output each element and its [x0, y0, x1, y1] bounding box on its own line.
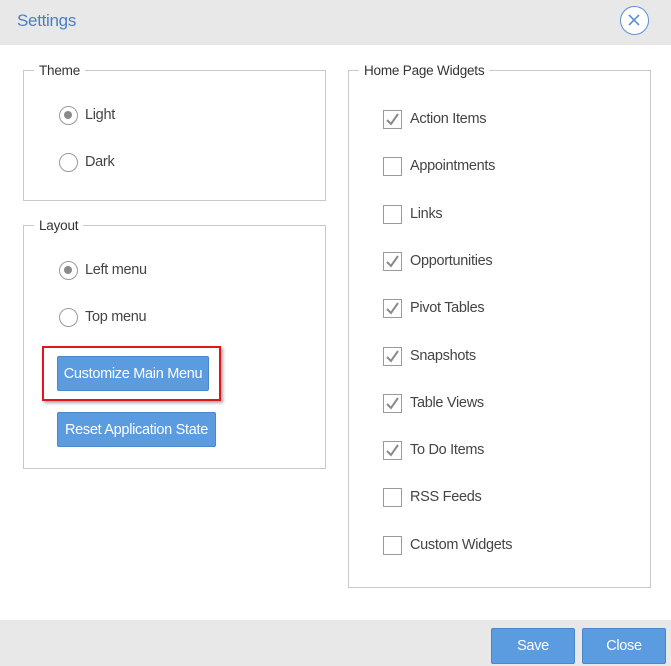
close-x-glyph	[628, 14, 640, 26]
widget-item[interactable]: Appointments	[383, 155, 495, 177]
checkmark-icon	[386, 112, 399, 126]
dialog-footer: Save Close	[0, 620, 671, 666]
widget-label: Snapshots	[410, 348, 476, 364]
widget-label: Links	[410, 206, 443, 222]
checkmark-icon	[386, 443, 399, 457]
checkmark-icon	[386, 301, 399, 315]
layout-option-top-menu[interactable]: Top menu	[59, 306, 147, 328]
checkbox[interactable]	[383, 204, 402, 224]
radio-light[interactable]	[59, 105, 78, 125]
theme-legend: Theme	[39, 63, 81, 78]
theme-option-dark[interactable]: Dark	[59, 151, 115, 173]
checkbox[interactable]	[383, 298, 402, 318]
widget-label: Pivot Tables	[410, 300, 485, 316]
widget-label: Action Items	[410, 111, 487, 127]
checkbox[interactable]	[383, 487, 402, 507]
widget-label: Appointments	[410, 158, 496, 174]
checkbox[interactable]	[383, 535, 402, 555]
widget-item[interactable]: Opportunities	[383, 250, 493, 272]
checkmark-icon	[386, 254, 399, 268]
reset-application-state-button[interactable]: Reset Application State	[57, 412, 216, 447]
widget-label: Table Views	[410, 395, 484, 411]
radio-top-menu[interactable]	[59, 307, 78, 327]
widgets-legend: Home Page Widgets	[364, 63, 485, 78]
widget-item[interactable]: Pivot Tables	[383, 297, 485, 319]
dialog-titlebar: Settings	[0, 0, 671, 45]
theme-option-label: Dark	[85, 154, 115, 170]
checkbox[interactable]	[383, 393, 402, 413]
widget-item[interactable]: Table Views	[383, 392, 484, 414]
theme-group: Theme	[23, 63, 326, 201]
widget-label: Opportunities	[410, 253, 493, 269]
checkbox[interactable]	[383, 440, 402, 460]
checkmark-icon	[386, 396, 399, 410]
widget-label: To Do Items	[410, 442, 485, 458]
widget-item[interactable]: RSS Feeds	[383, 486, 482, 508]
widget-item[interactable]: Snapshots	[383, 345, 476, 367]
radio-dark[interactable]	[59, 152, 78, 172]
widget-label: RSS Feeds	[410, 489, 482, 505]
theme-option-light[interactable]: Light	[59, 104, 115, 126]
layout-option-left-menu[interactable]: Left menu	[59, 259, 147, 281]
layout-legend: Layout	[39, 218, 79, 233]
widget-item[interactable]: Custom Widgets	[383, 534, 512, 556]
layout-option-label: Left menu	[85, 262, 147, 278]
theme-option-label: Light	[85, 107, 115, 123]
home-page-widgets-group: Home Page Widgets	[348, 63, 651, 588]
radio-left-menu[interactable]	[59, 260, 78, 280]
checkbox[interactable]	[383, 251, 402, 271]
checkbox[interactable]	[383, 156, 402, 176]
widget-label: Custom Widgets	[410, 537, 513, 553]
checkbox[interactable]	[383, 346, 402, 366]
layout-option-label: Top menu	[85, 309, 147, 325]
close-icon[interactable]	[620, 6, 649, 35]
save-button[interactable]: Save	[491, 628, 575, 664]
widget-item[interactable]: Links	[383, 203, 443, 225]
checkbox[interactable]	[383, 109, 402, 129]
dialog-title: Settings	[17, 11, 77, 30]
widget-item[interactable]: To Do Items	[383, 439, 484, 461]
checkmark-icon	[386, 349, 399, 363]
close-button[interactable]: Close	[582, 628, 666, 664]
widget-item[interactable]: Action Items	[383, 108, 486, 130]
highlight-box	[42, 346, 221, 401]
